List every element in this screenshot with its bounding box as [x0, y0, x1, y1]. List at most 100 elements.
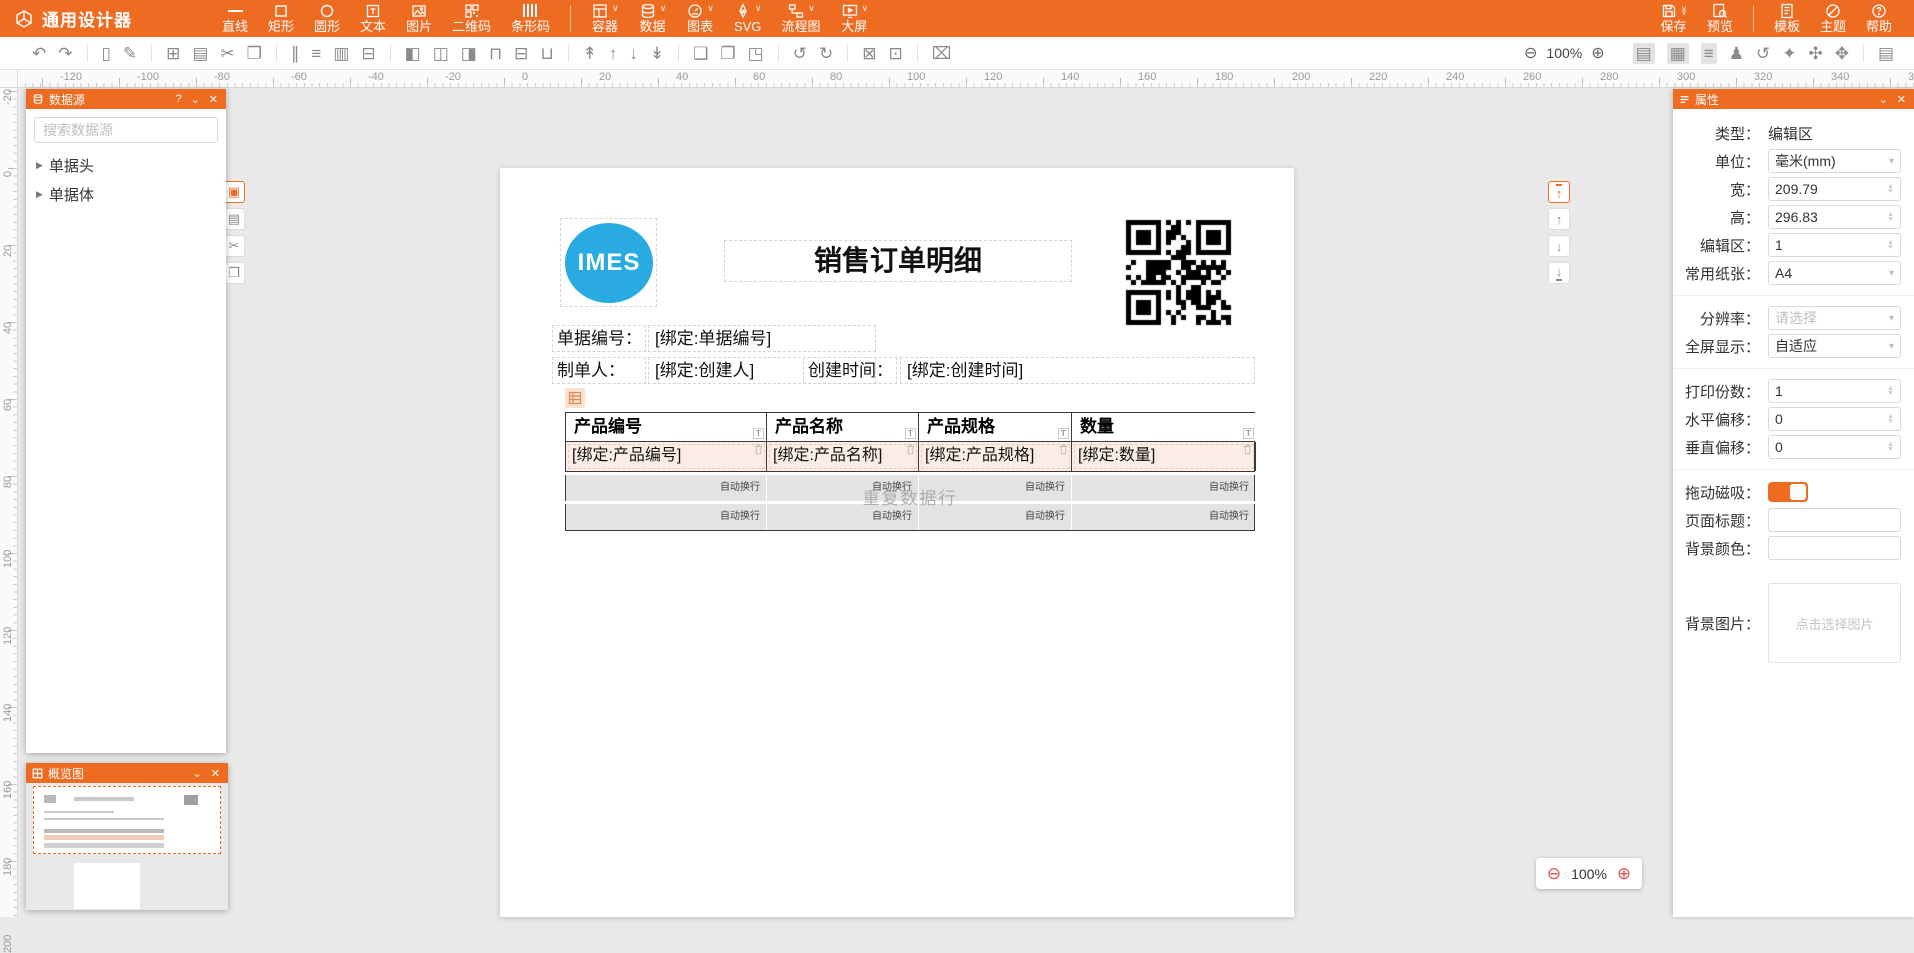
undo-icon[interactable]: ↶	[32, 45, 46, 62]
clear-icon[interactable]: ✎	[123, 45, 137, 62]
datasource-panel-header[interactable]: 数据源 ? ⌄ ✕	[26, 89, 226, 109]
tool-container[interactable]: ∨ 容器	[581, 0, 629, 37]
paste-icon[interactable]: ❐	[247, 45, 262, 62]
page-up-button[interactable]: ↑	[1548, 208, 1570, 230]
overview-thumbnail[interactable]	[26, 783, 228, 910]
magic-icon[interactable]: ✦	[1782, 45, 1796, 62]
vertical-offset-input[interactable]: 0▲▼	[1768, 435, 1901, 459]
edit-area-input[interactable]: 1▲▼	[1768, 233, 1901, 257]
table-binding-cell[interactable]: [绑定:数量]	[1072, 442, 1256, 471]
field-value-docno[interactable]: [绑定:单据编号]	[648, 325, 876, 352]
layers-panel-icon[interactable]: ≡	[1701, 43, 1717, 64]
drag-snap-toggle[interactable]	[1768, 482, 1808, 502]
autowrap-cell[interactable]: 自动换行	[566, 504, 767, 530]
plugin-icon[interactable]: ✣	[1808, 45, 1822, 62]
duplicate-button[interactable]: ❐	[223, 262, 245, 284]
print-copies-input[interactable]: 1▲▼	[1768, 379, 1901, 403]
stepper-icons[interactable]: ▲▼	[1887, 184, 1894, 194]
stepper-icons[interactable]: ▲▼	[1887, 414, 1894, 424]
delete-icon[interactable]: ⌧	[932, 45, 952, 62]
add-icon[interactable]: ⊞	[166, 45, 180, 62]
close-icon[interactable]: ✕	[1895, 93, 1908, 106]
tool-line[interactable]: 直线	[212, 0, 258, 37]
align-left-icon[interactable]: ◧	[405, 45, 421, 62]
unlock-icon[interactable]: ⊡	[888, 45, 902, 62]
background-color-input[interactable]	[1768, 536, 1901, 560]
field-value-createtime[interactable]: [绑定:创建时间]	[900, 357, 1255, 384]
datasource-panel-icon[interactable]: ▤	[1633, 43, 1655, 64]
tool-circle[interactable]: 圆形	[304, 0, 350, 37]
combine-icon[interactable]: ❐	[720, 45, 735, 62]
tool-chart[interactable]: ∨ 图表	[676, 0, 724, 37]
collapse-icon[interactable]: ⌄	[1877, 93, 1890, 106]
zoom-in-icon[interactable]: ⊕	[1591, 43, 1604, 63]
tree-caret-icon[interactable]: ▶	[36, 160, 43, 171]
new-page-icon[interactable]: ▯	[102, 45, 111, 62]
split-h-icon[interactable]: ⊟	[361, 45, 375, 62]
tree-item-header[interactable]: ▶ 单据头	[26, 151, 226, 180]
autowrap-cell[interactable]: 自动换行	[566, 475, 767, 501]
user-icon[interactable]: ♟	[1729, 45, 1744, 62]
tree-caret-icon[interactable]: ▶	[36, 189, 43, 200]
report-title[interactable]: 销售订单明细	[724, 240, 1072, 282]
background-image-picker[interactable]: 点击选择图片	[1768, 583, 1901, 663]
help-button[interactable]: 帮助	[1856, 0, 1902, 37]
zoom-in-icon[interactable]: ⊕	[1617, 864, 1631, 884]
design-canvas[interactable]: -120-100-80-60-40-2002040608010012014016…	[0, 70, 1914, 917]
lock-icon[interactable]: ⊠	[862, 45, 876, 62]
width-input[interactable]: 209.79▲▼	[1768, 177, 1901, 201]
tool-svg[interactable]: ∨ SVG	[724, 0, 772, 37]
stepper-icons[interactable]: ▲▼	[1887, 212, 1894, 222]
redo-icon[interactable]: ↷	[58, 45, 72, 62]
close-icon[interactable]: ✕	[209, 767, 222, 780]
table-binding-cell[interactable]: [绑定:产品规格]	[919, 442, 1072, 471]
tool-data[interactable]: ∨ 数据	[629, 0, 677, 37]
rotate-left-icon[interactable]: ↺	[793, 45, 807, 62]
template-button[interactable]: 模板	[1764, 0, 1810, 37]
group-icon[interactable]: ❏	[693, 45, 708, 62]
align-bottom-icon[interactable]: ⊔	[540, 45, 553, 62]
move-down-icon[interactable]: ↓	[629, 45, 638, 62]
zoom-out-icon[interactable]: ⊖	[1524, 43, 1537, 63]
trash-icon[interactable]	[754, 444, 763, 455]
search-input[interactable]	[34, 117, 218, 143]
stepper-icons[interactable]: ▲▼	[1887, 386, 1894, 396]
overview-panel-header[interactable]: 概览图 ⌄ ✕	[26, 763, 228, 783]
paper-select[interactable]: A4▾	[1768, 261, 1901, 285]
collapse-icon[interactable]: ⌄	[191, 767, 204, 780]
tool-bigscreen[interactable]: ∨ 大屏	[831, 0, 879, 37]
close-icon[interactable]: ✕	[207, 93, 220, 106]
trash-icon[interactable]	[1243, 444, 1252, 455]
send-to-back-icon[interactable]: ↡	[650, 45, 664, 62]
rotate-right-icon[interactable]: ↻	[819, 45, 833, 62]
theme-button[interactable]: 主题	[1810, 0, 1856, 37]
history-icon[interactable]: ↺	[1756, 45, 1770, 62]
table-header-cell[interactable]: 数量T	[1072, 413, 1256, 441]
tool-flowchart[interactable]: ∨ 流程图	[771, 0, 830, 37]
right-panel-toggle-icon[interactable]: ▤	[1878, 45, 1894, 62]
tool-barcode[interactable]: 条形码	[501, 0, 560, 37]
resolution-select[interactable]: 请选择▾	[1768, 306, 1901, 330]
report-page[interactable]: IMES 销售订单明细 单据编号： [绑定:单据编号] 制单人： [绑定:创建人…	[500, 168, 1294, 917]
field-label-docno[interactable]: 单据编号：	[552, 325, 646, 352]
distribute-v-icon[interactable]: ≡	[311, 45, 321, 62]
stepper-icons[interactable]: ▲▼	[1887, 442, 1894, 452]
table-binding-cell[interactable]: [绑定:产品编号]	[566, 442, 767, 471]
cut-icon[interactable]: ✂	[220, 45, 234, 62]
field-label-createtime[interactable]: 创建时间：	[803, 357, 897, 384]
tool-image[interactable]: 图片	[396, 0, 442, 37]
ungroup-icon[interactable]: ◳	[748, 45, 764, 62]
overview-page1[interactable]	[33, 786, 221, 854]
zoom-out-icon[interactable]: ⊖	[1547, 864, 1561, 884]
align-middle-icon[interactable]: ⊟	[514, 45, 528, 62]
help-icon[interactable]: ?	[173, 93, 183, 105]
logo-element[interactable]: IMES	[560, 218, 657, 307]
horizontal-offset-input[interactable]: 0▲▼	[1768, 407, 1901, 431]
autowrap-cell[interactable]: 自动换行	[919, 475, 1072, 501]
collapse-icon[interactable]: ⌄	[189, 93, 202, 106]
widgets-panel-icon[interactable]: ▦	[1667, 43, 1689, 64]
bring-to-front-icon[interactable]: ↟	[583, 45, 597, 62]
align-center-icon[interactable]: ◫	[433, 45, 449, 62]
properties-panel-header[interactable]: 属性 ⌄ ✕	[1673, 89, 1914, 109]
table-header-cell[interactable]: 产品规格T	[919, 413, 1072, 441]
